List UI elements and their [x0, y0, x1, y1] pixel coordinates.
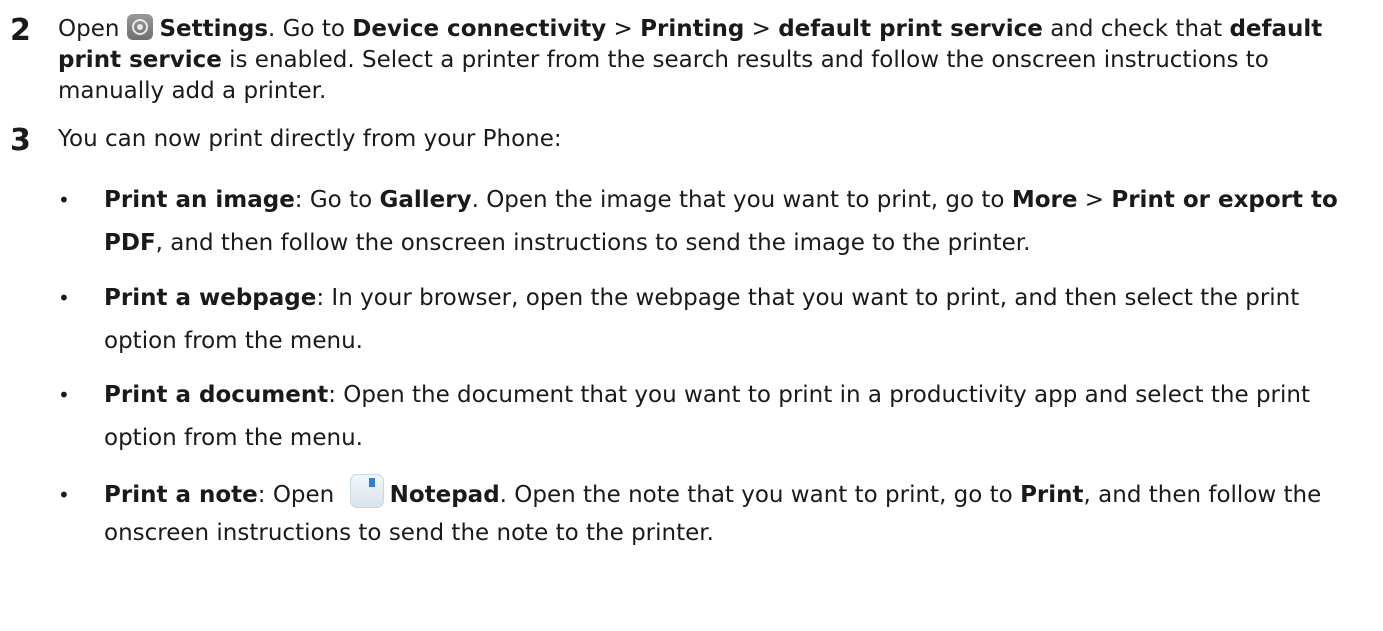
step-text: . Go to	[268, 16, 353, 42]
bullet-text: . Open the image that you want to print,…	[471, 187, 1012, 213]
settings-icon	[127, 14, 154, 40]
instruction-page: 2 Open Settings. Go to Device connectivit…	[0, 0, 1383, 631]
bullet-icon: •	[58, 286, 70, 310]
step-text: Open	[58, 16, 120, 42]
bullet-title: Print a webpage	[104, 285, 317, 311]
bullet-text: , and then follow the onscreen instructi…	[155, 230, 1031, 256]
step-3: 3 You can now print directly from your P…	[10, 123, 1370, 158]
bullet-title: Print a document	[104, 382, 329, 408]
printing-label: Printing	[640, 16, 745, 42]
list-item: • Print a note: Open Notepad. Open the n…	[58, 474, 1373, 552]
gallery-label: Gallery	[379, 187, 472, 213]
step-3-text: You can now print directly from your Pho…	[58, 126, 562, 152]
separator: >	[1077, 187, 1112, 213]
step-number: 3	[10, 123, 31, 158]
bullet-title: Print an image	[104, 187, 295, 213]
default-print-service-label: default print service	[778, 16, 1043, 42]
step-number: 2	[10, 13, 31, 48]
print-label: Print	[1020, 482, 1084, 508]
device-connectivity-label: Device connectivity	[352, 16, 607, 42]
list-item: • Print a webpage: In your browser, open…	[58, 277, 1373, 363]
bullet-text: : Open	[257, 482, 342, 508]
bullet-text: . Open the note that you want to print, …	[499, 482, 1021, 508]
bullet-icon: •	[58, 483, 70, 507]
notepad-icon	[349, 474, 384, 508]
bullet-icon: •	[58, 188, 70, 212]
separator: >	[744, 16, 779, 42]
bullet-icon: •	[58, 383, 70, 407]
list-item: • Print an image: Go to Gallery. Open th…	[58, 179, 1373, 265]
list-item: • Print a document: Open the document th…	[58, 374, 1373, 460]
step-text: and check that	[1042, 16, 1230, 42]
settings-label: Settings	[159, 16, 269, 42]
step-2-text: Open Settings. Go to Device connectivity …	[58, 14, 1370, 107]
bullet-text: : Go to	[294, 187, 380, 213]
bullet-title: Print a note	[104, 482, 258, 508]
step-text: is enabled. Select a printer from the se…	[58, 47, 1269, 104]
separator: >	[606, 16, 641, 42]
more-label: More	[1011, 187, 1078, 213]
notepad-label: Notepad	[389, 482, 500, 508]
step-2: 2 Open Settings. Go to Device connectivit…	[10, 14, 1370, 107]
